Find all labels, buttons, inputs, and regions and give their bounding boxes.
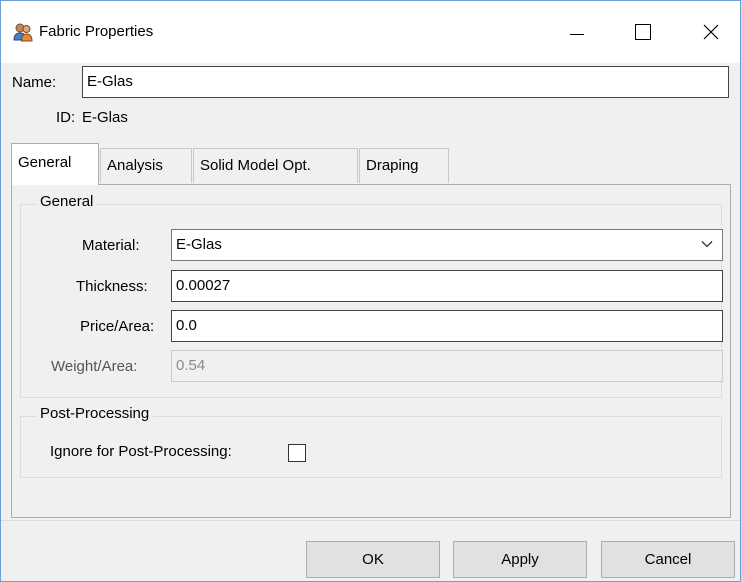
tab-analysis[interactable]: Analysis [100, 148, 192, 183]
thickness-label: Thickness: [76, 278, 148, 295]
id-value: E-Glas [82, 109, 128, 126]
title-bar[interactable]: Fabric Properties [1, 1, 740, 63]
maximize-icon [635, 24, 651, 40]
tab-analysis-label: Analysis [107, 157, 163, 174]
chevron-down-icon [701, 241, 713, 248]
cancel-button[interactable]: Cancel [601, 541, 735, 578]
window-title: Fabric Properties [39, 23, 154, 40]
tab-solid-model-opt[interactable]: Solid Model Opt. [193, 148, 358, 183]
name-label: Name: [12, 74, 57, 91]
minimize-button[interactable] [555, 15, 599, 49]
material-label: Material: [82, 237, 140, 254]
fabric-people-icon [13, 23, 33, 42]
material-select-value: E-Glas [176, 236, 222, 253]
id-label: ID: [56, 109, 76, 126]
price-area-field[interactable]: 0.0 [171, 310, 723, 342]
apply-button[interactable]: Apply [453, 541, 587, 578]
button-bar: OK Apply Cancel [1, 520, 740, 581]
weight-area-field: 0.54 [171, 350, 723, 382]
thickness-field[interactable]: 0.00027 [171, 270, 723, 302]
ok-button[interactable]: OK [306, 541, 440, 578]
name-field[interactable]: E-Glas [82, 66, 729, 98]
close-icon [703, 24, 719, 40]
maximize-button[interactable] [621, 15, 665, 49]
general-group-title: General [36, 193, 98, 210]
tab-draping-label: Draping [366, 157, 419, 174]
close-button[interactable] [689, 15, 733, 49]
ignore-post-processing-checkbox[interactable] [288, 444, 306, 462]
price-area-label: Price/Area: [80, 318, 155, 335]
tab-solid-model-opt-label: Solid Model Opt. [200, 157, 311, 174]
material-select[interactable]: E-Glas [171, 229, 723, 261]
tab-general[interactable]: General [11, 143, 99, 185]
tab-general-label: General [18, 154, 72, 171]
minimize-icon [570, 33, 584, 35]
ignore-post-processing-label: Ignore for Post-Processing: [50, 443, 232, 460]
dialog-body: Name: E-Glas ID: E-Glas General Analysis… [9, 63, 732, 520]
fabric-properties-window: Fabric Properties Name: E-Glas ID: E-Gla… [0, 0, 741, 582]
tab-draping[interactable]: Draping [359, 148, 449, 183]
general-tab-panel: General Material: E-Glas Thickness: 0.00… [11, 184, 731, 518]
post-processing-group-title: Post-Processing [36, 405, 154, 422]
weight-area-label: Weight/Area: [51, 358, 138, 375]
